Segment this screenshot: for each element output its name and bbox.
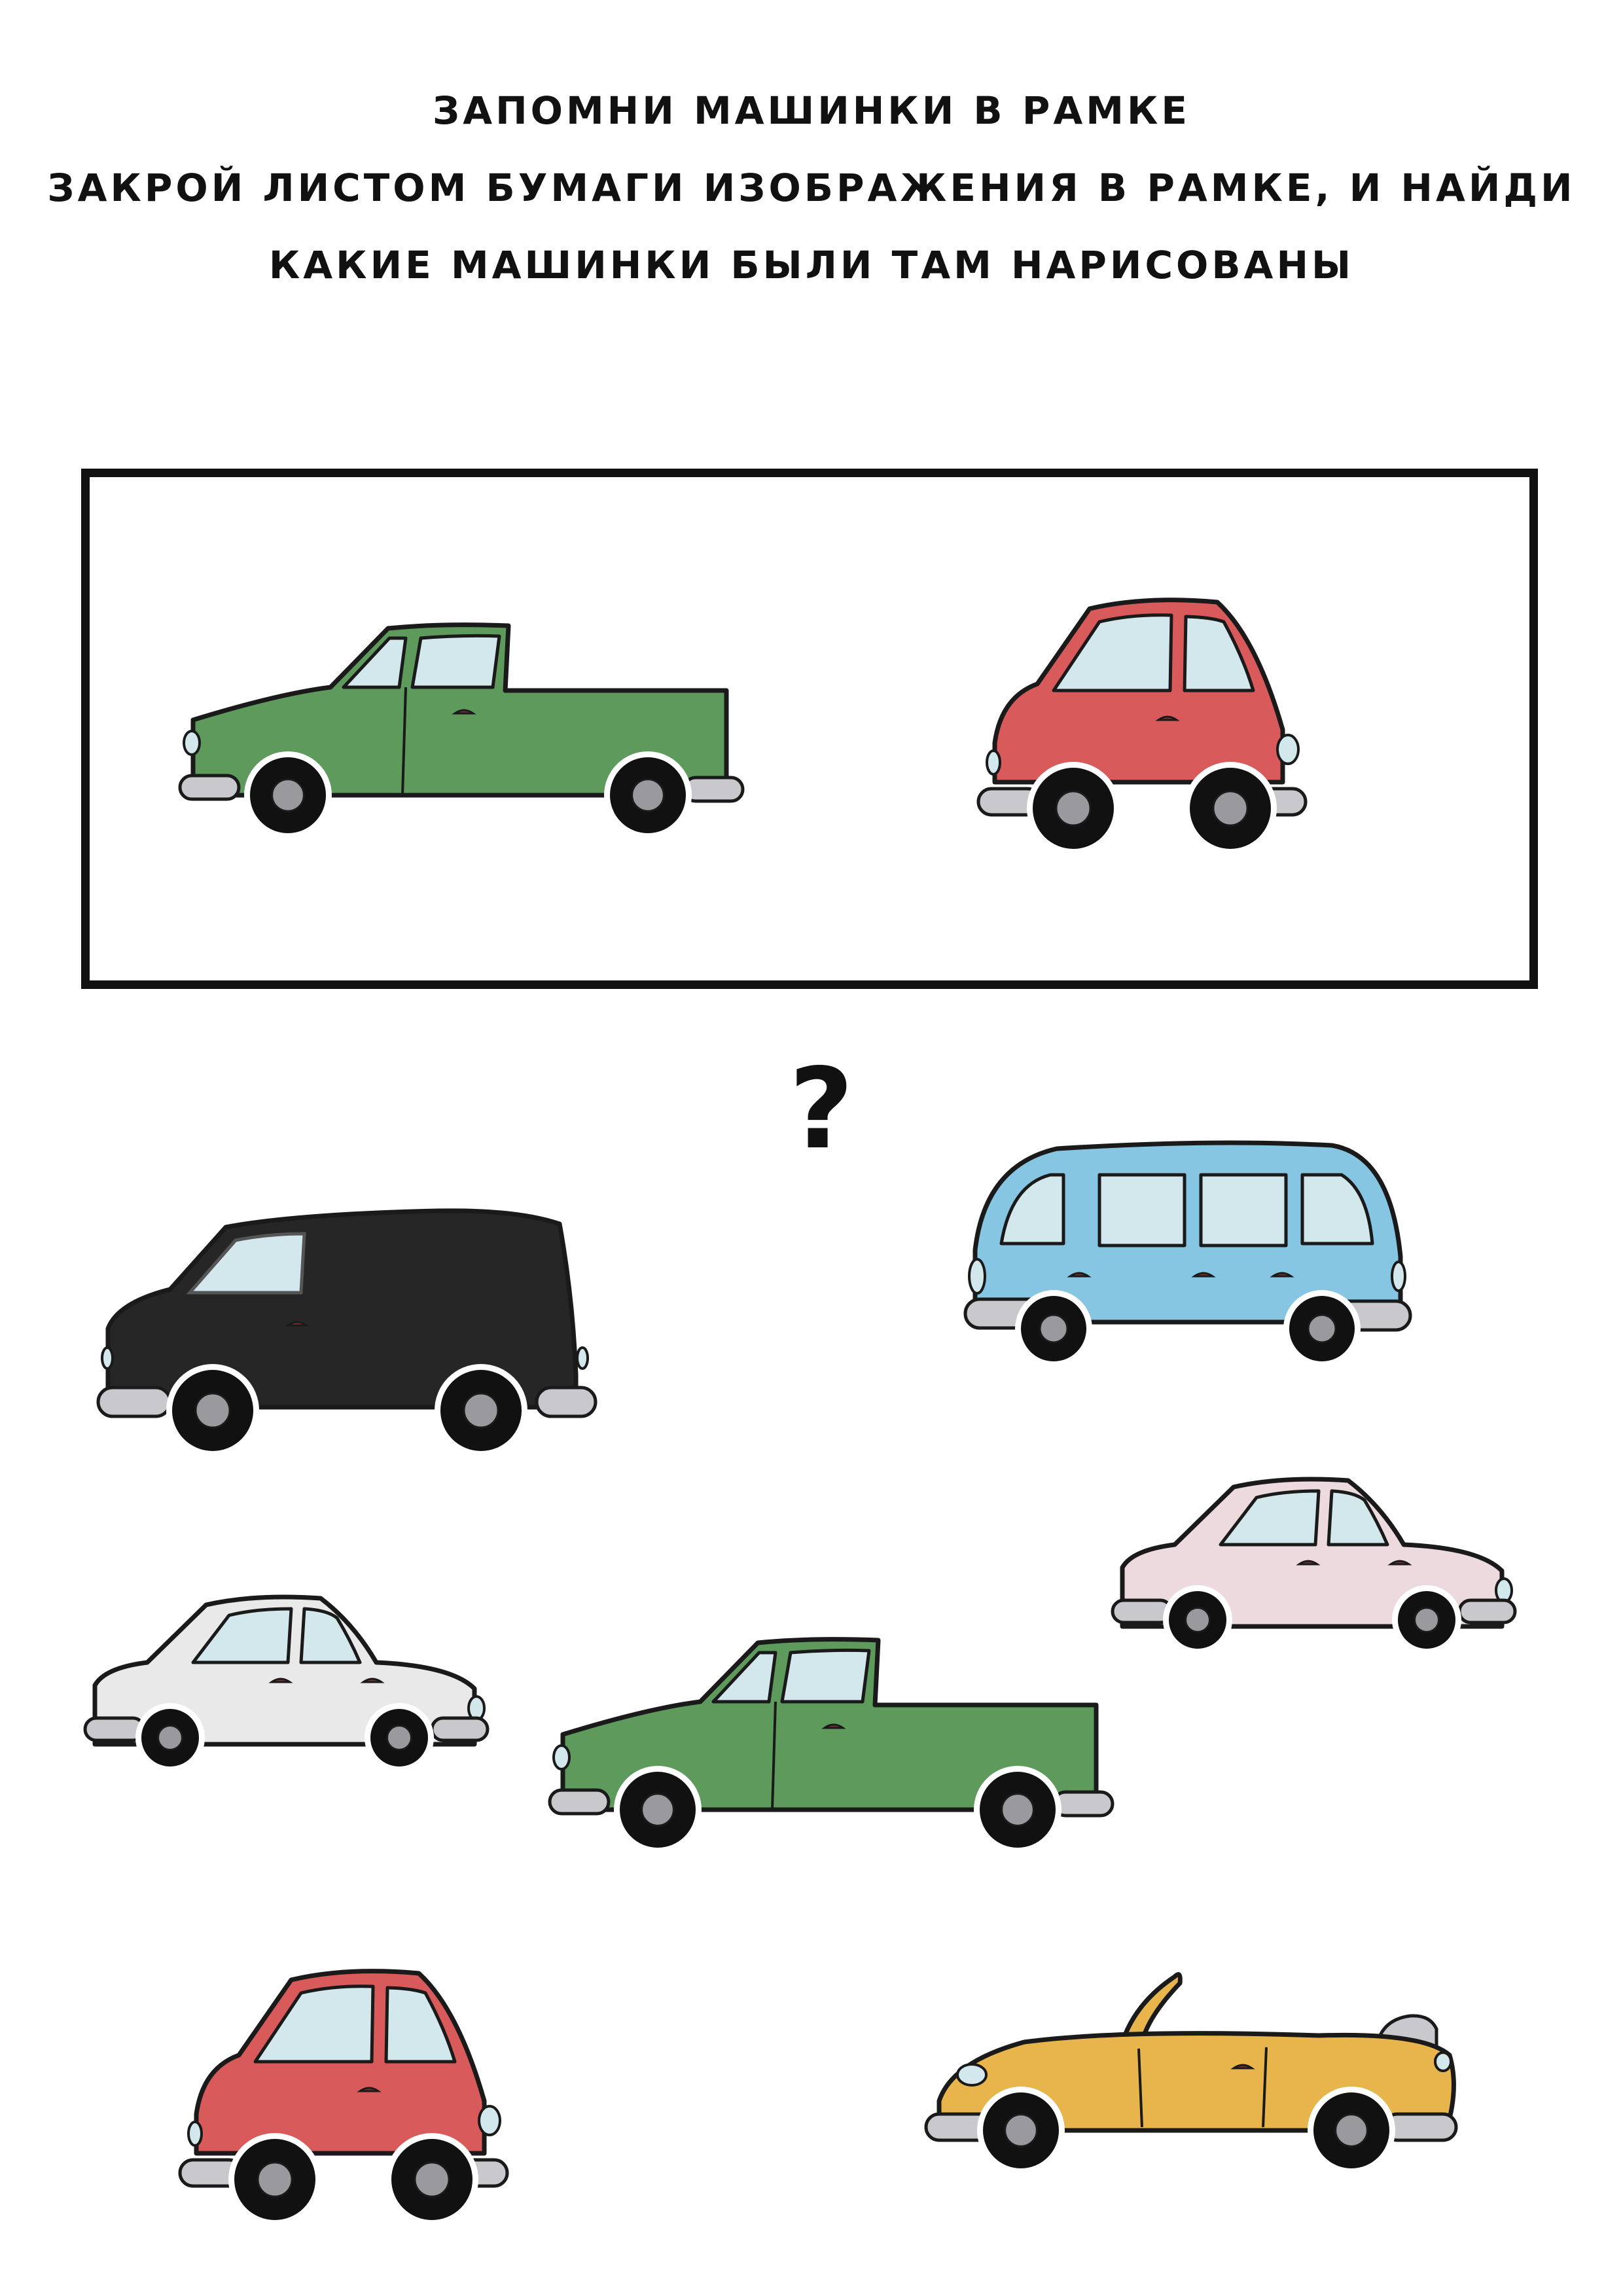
- instruction-line-1: ЗАПОМНИ МАШИНКИ В РАМКЕ: [433, 88, 1190, 133]
- choice-car-pink-sedan[interactable]: [1111, 1473, 1517, 1662]
- red-compact-car-icon: [976, 598, 1308, 855]
- instruction-line-3: КАКИЕ МАШИНКИ БЫЛИ ТАМ НАРИСОВАНЫ: [268, 243, 1355, 287]
- framed-car-red-compact: [976, 598, 1308, 855]
- yellow-convertible-icon: [924, 1972, 1458, 2174]
- black-van-icon: [96, 1208, 597, 1457]
- pink-sedan-icon: [1111, 1477, 1517, 1655]
- green-pickup-truck-icon: [548, 1637, 1115, 1854]
- choice-car-blue-minibus[interactable]: [963, 1139, 1412, 1368]
- instruction-line-2: ЗАКРОЙ ЛИСТОМ БУМАГИ ИЗОБРАЖЕНИЯ В РАМКЕ…: [47, 166, 1576, 210]
- choice-car-red-compact[interactable]: [177, 1964, 517, 2232]
- question-mark: ?: [789, 1045, 854, 1174]
- white-sedan-icon: [83, 1594, 490, 1772]
- choice-car-green-pickup[interactable]: [548, 1630, 1119, 1865]
- framed-car-green-pickup: [178, 622, 745, 839]
- red-compact-car-icon: [178, 1969, 509, 2226]
- instructions: ЗАПОМНИ МАШИНКИ В РАМКЕ ЗАКРОЙ ЛИСТОМ БУ…: [0, 72, 1623, 304]
- choice-car-yellow-convertible[interactable]: [924, 1964, 1463, 2186]
- green-pickup-truck-icon: [178, 622, 745, 839]
- blue-minibus-icon: [963, 1140, 1412, 1367]
- choice-car-white-sedan[interactable]: [83, 1590, 491, 1784]
- choice-car-black-van[interactable]: [96, 1198, 597, 1457]
